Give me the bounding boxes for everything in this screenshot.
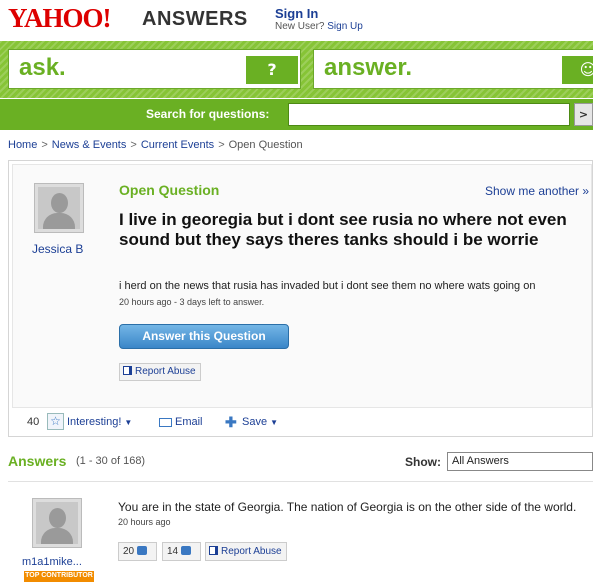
question-title: I live in georegia but i dont see rusia … — [119, 210, 567, 249]
answer-question-button[interactable]: Answer this Question — [119, 324, 289, 349]
answer-meta: 20 hours ago — [118, 517, 171, 527]
flag-icon — [123, 366, 132, 375]
chevron-down-icon: ▼ — [270, 418, 278, 427]
answer-report-abuse-label: Report Abuse — [221, 546, 282, 557]
new-user-label: New User? — [275, 21, 325, 32]
answer-label: answer. — [324, 54, 413, 81]
star-icon[interactable]: ☆ — [47, 413, 64, 430]
ask-answer-band: ask. ? answer. ☺ — [0, 41, 593, 98]
save-label: Save — [242, 416, 268, 428]
breadcrumb-separator: > — [218, 139, 225, 151]
answerer-name[interactable]: m1a1mike... — [22, 556, 82, 568]
show-filter-select[interactable]: All Answers — [447, 452, 593, 471]
thumbs-down-icon — [181, 546, 192, 555]
interesting-label: Interesting! — [67, 416, 122, 428]
divider — [8, 481, 593, 482]
thumbs-up-icon — [137, 546, 148, 555]
interesting-count: 40 — [27, 416, 40, 428]
answers-logo-text[interactable]: ANSWERS — [142, 8, 248, 31]
answer-body: You are in the state of Georgia. The nat… — [118, 500, 577, 514]
envelope-icon — [159, 418, 172, 427]
new-user-prompt: New User? Sign Up — [275, 21, 363, 32]
question-mark-icon: ? — [246, 56, 298, 84]
top-contributor-badge: TOP CONTRIBUTOR — [24, 571, 94, 582]
breadcrumb-news-events[interactable]: News & Events — [52, 139, 127, 151]
search-bar: Search for questions: > — [0, 99, 593, 130]
asker-name[interactable]: Jessica B — [32, 242, 83, 256]
smiley-icon: ☺ — [562, 56, 593, 84]
answers-range: (1 - 30 of 168) — [76, 455, 146, 467]
plus-icon: ✚ — [225, 414, 237, 430]
yahoo-logo[interactable]: YAHOO! — [8, 3, 112, 33]
thumbs-down-count: 14 — [167, 546, 179, 557]
question-panel: Jessica B Open Question Show me another … — [8, 160, 593, 437]
answers-heading: Answers — [8, 453, 67, 469]
thumbs-up-button[interactable]: 20 — [118, 542, 157, 561]
breadcrumb-separator: > — [41, 139, 48, 151]
default-user-icon — [36, 502, 78, 544]
question-meta: 20 hours ago - 3 days left to answer. — [119, 297, 265, 307]
breadcrumb-home[interactable]: Home — [8, 139, 37, 151]
chevron-down-icon: ▼ — [124, 418, 133, 427]
sign-up-link[interactable]: Sign Up — [327, 21, 363, 32]
site-header: YAHOO! ANSWERS Sign In New User? Sign Up — [0, 0, 593, 40]
breadcrumb-open-question: Open Question — [228, 139, 303, 151]
question-status: Open Question — [119, 182, 220, 198]
flag-icon — [209, 546, 218, 555]
question-body: i herd on the news that rusia has invade… — [119, 280, 536, 292]
question-actions: 40 ☆ Interesting! ▼ Email ✚ Save ▼ — [12, 412, 592, 434]
answer-box[interactable]: answer. ☺ — [313, 49, 593, 89]
answer-report-abuse-button[interactable]: Report Abuse — [205, 542, 287, 561]
default-user-icon — [38, 187, 80, 229]
breadcrumb-current-events[interactable]: Current Events — [141, 139, 214, 151]
breadcrumb: Home > News & Events > Current Events > Open Q… — [8, 139, 303, 151]
interesting-button[interactable]: Interesting! ▼ — [67, 416, 132, 428]
report-abuse-label: Report Abuse — [135, 366, 196, 377]
answerer-avatar[interactable] — [32, 498, 82, 548]
asker-avatar[interactable] — [34, 183, 84, 233]
sign-in-link[interactable]: Sign In — [275, 6, 318, 21]
thumbs-down-button[interactable]: 14 — [162, 542, 201, 561]
report-abuse-button[interactable]: Report Abuse — [119, 363, 201, 381]
search-button[interactable]: > — [574, 103, 593, 126]
question-content: Jessica B Open Question Show me another … — [12, 164, 592, 408]
show-filter-label: Show: — [405, 455, 441, 469]
show-another-link[interactable]: Show me another » — [485, 184, 589, 198]
ask-box[interactable]: ask. ? — [8, 49, 301, 89]
search-label: Search for questions: — [146, 107, 270, 121]
save-button[interactable]: Save ▼ — [242, 416, 278, 428]
breadcrumb-separator: > — [130, 139, 137, 151]
email-button[interactable]: Email — [175, 416, 203, 428]
ask-label: ask. — [19, 54, 66, 81]
thumbs-up-count: 20 — [123, 546, 135, 557]
search-input[interactable] — [288, 103, 570, 126]
